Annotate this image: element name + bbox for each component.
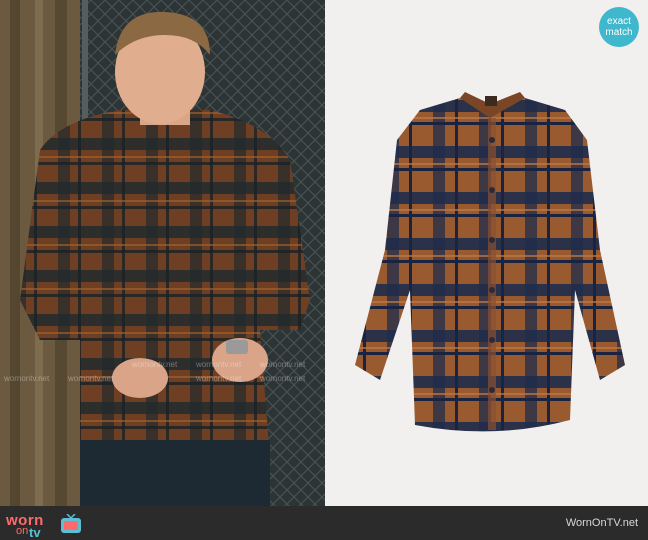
product-photo (325, 0, 648, 506)
logo-tv-text: tv (29, 525, 41, 540)
logo-on-text: on (16, 525, 29, 537)
watermark-text: wornontv.net (196, 374, 242, 383)
exact-match-badge: exact match (599, 7, 639, 47)
watermark-text: wornontv.net (132, 360, 178, 369)
watermark-text: wornontv.net (260, 360, 306, 369)
badge-line-2: match (605, 27, 633, 38)
watermark-text: wornontv.net (196, 360, 242, 369)
scene-photo: wornontv.net wornontv.net wornontv.net w… (0, 0, 325, 506)
scene-illustration (0, 0, 325, 506)
watermark-text: wornontv.net (68, 374, 114, 383)
badge-line-1: exact (607, 16, 631, 27)
watermark-text: wornontv.net (260, 374, 306, 383)
footer-bar: worn on tv WornOnTV.net (0, 506, 648, 540)
site-name[interactable]: WornOnTV.net (566, 517, 638, 529)
tv-icon (61, 514, 81, 533)
product-shirt-illustration (355, 92, 625, 432)
watermark-text: wornontv.net (4, 374, 50, 383)
